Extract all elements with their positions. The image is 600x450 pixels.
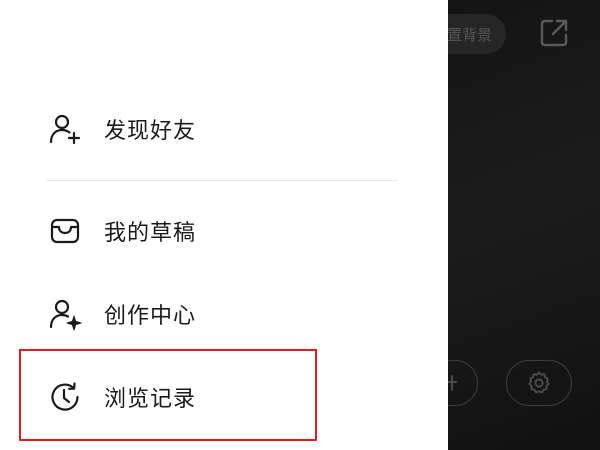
menu-item-creator-center[interactable]: 创作中心	[0, 284, 448, 344]
add-friend-icon	[48, 112, 82, 146]
menu-item-label: 浏览记录	[104, 387, 197, 412]
menu-item-my-drafts[interactable]: 我的草稿	[0, 201, 448, 261]
set-background-button[interactable]: 置背景	[448, 14, 506, 54]
history-clock-icon	[48, 380, 82, 414]
settings-button[interactable]	[506, 360, 572, 406]
partial-icon	[448, 370, 458, 396]
share-external-icon	[537, 16, 571, 50]
menu-item-label: 发现好友	[104, 119, 197, 144]
dimmed-profile-backdrop[interactable]: 置背景	[448, 0, 600, 450]
creator-sparkle-icon	[48, 297, 82, 331]
set-background-label: 置背景	[448, 25, 492, 44]
gear-icon	[526, 370, 552, 396]
menu-divider	[46, 180, 398, 181]
menu-item-label: 创作中心	[104, 304, 197, 329]
side-drawer: 发现好友 我的草稿 创作中心 浏览记录	[0, 0, 448, 450]
partial-action-button[interactable]	[448, 360, 478, 406]
inbox-tray-icon	[48, 214, 82, 248]
menu-item-label: 我的草稿	[104, 221, 197, 246]
menu-item-browsing-history[interactable]: 浏览记录	[0, 367, 448, 427]
menu-item-discover-friends[interactable]: 发现好友	[0, 99, 448, 159]
share-button[interactable]	[534, 13, 574, 53]
